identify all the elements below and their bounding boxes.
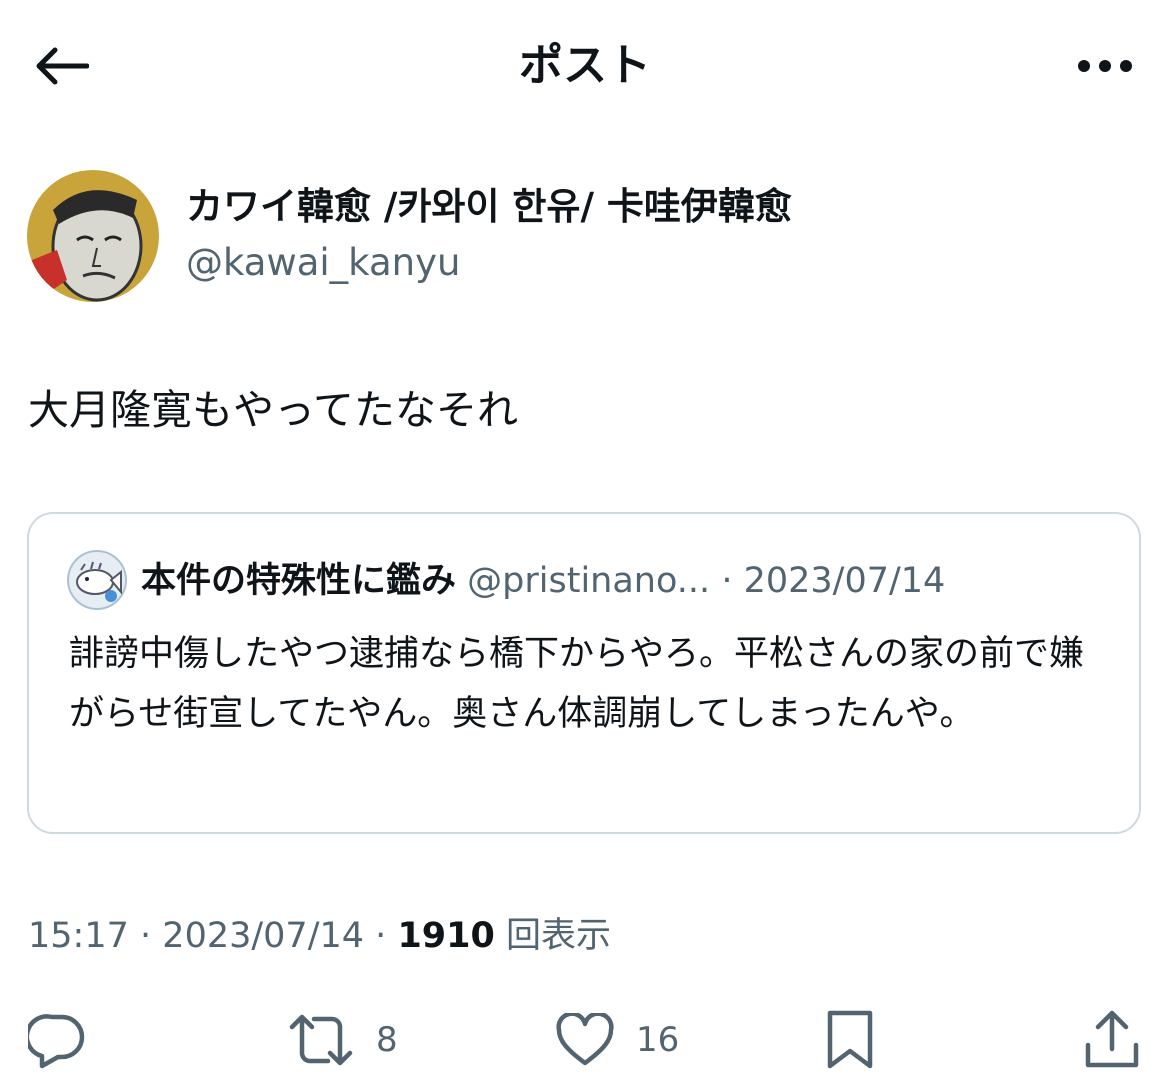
quoted-author-avatar [67,550,127,610]
like-count: 16 [636,1020,680,1060]
quoted-author-name: 本件の特殊性に鑑み [141,561,457,601]
quoted-date: 2023/07/14 [743,561,946,601]
post-date: 2023/07/14 [162,916,365,956]
more-dots-icon [1078,60,1132,72]
repost-count: 8 [376,1020,398,1060]
bookmark-button[interactable] [826,1000,874,1080]
page-title: ポスト [519,40,651,91]
meta-separator: · [375,916,387,956]
post-detail-screen: ポスト カワイ韓愈 /카와이 한유/ 卡哇伊韓愈 @kawai_kanyu 大月… [0,0,1170,1092]
repost-button[interactable]: 8 [288,1000,398,1080]
share-button[interactable] [1082,1000,1142,1080]
author-name[interactable]: カワイ韓愈 /카와이 한유/ 卡哇伊韓愈 [186,182,792,232]
post-text: 大月隆寛もやってたなそれ [28,386,518,434]
heart-icon [556,1013,614,1066]
more-button[interactable] [1070,36,1140,96]
reply-button[interactable] [28,1000,86,1080]
meta-separator: · [140,916,152,956]
quoted-separator: · [721,561,733,601]
like-button[interactable]: 16 [556,1000,679,1080]
author-handle[interactable]: @kawai_kanyu [186,238,460,288]
share-icon [1085,1010,1139,1068]
quoted-post-header: 本件の特殊性に鑑み @pristinano... · 2023/07/14 [141,556,945,606]
post-time: 15:17 [28,916,129,956]
top-bar: ポスト [0,0,1170,135]
bookmark-icon [827,1010,873,1069]
quoted-post-text: 誹謗中傷したやつ逮捕なら橋下からやろ。平松さんの家の前で嫌がらせ街宣してたやん。… [69,634,1085,734]
quoted-author-handle: @pristinano... [467,561,711,601]
view-label: 回表示 [506,916,612,956]
author-avatar[interactable] [27,170,159,302]
repost-icon [289,1014,353,1066]
view-count: 1910 [397,916,495,956]
post-metadata: 15:17 · 2023/07/14 · 1910 回表示 [28,906,611,966]
reply-icon [28,1014,85,1069]
action-bar: 8 16 [0,1000,1170,1080]
quoted-post-card[interactable]: 本件の特殊性に鑑み @pristinano... · 2023/07/14 誹謗… [27,512,1141,834]
